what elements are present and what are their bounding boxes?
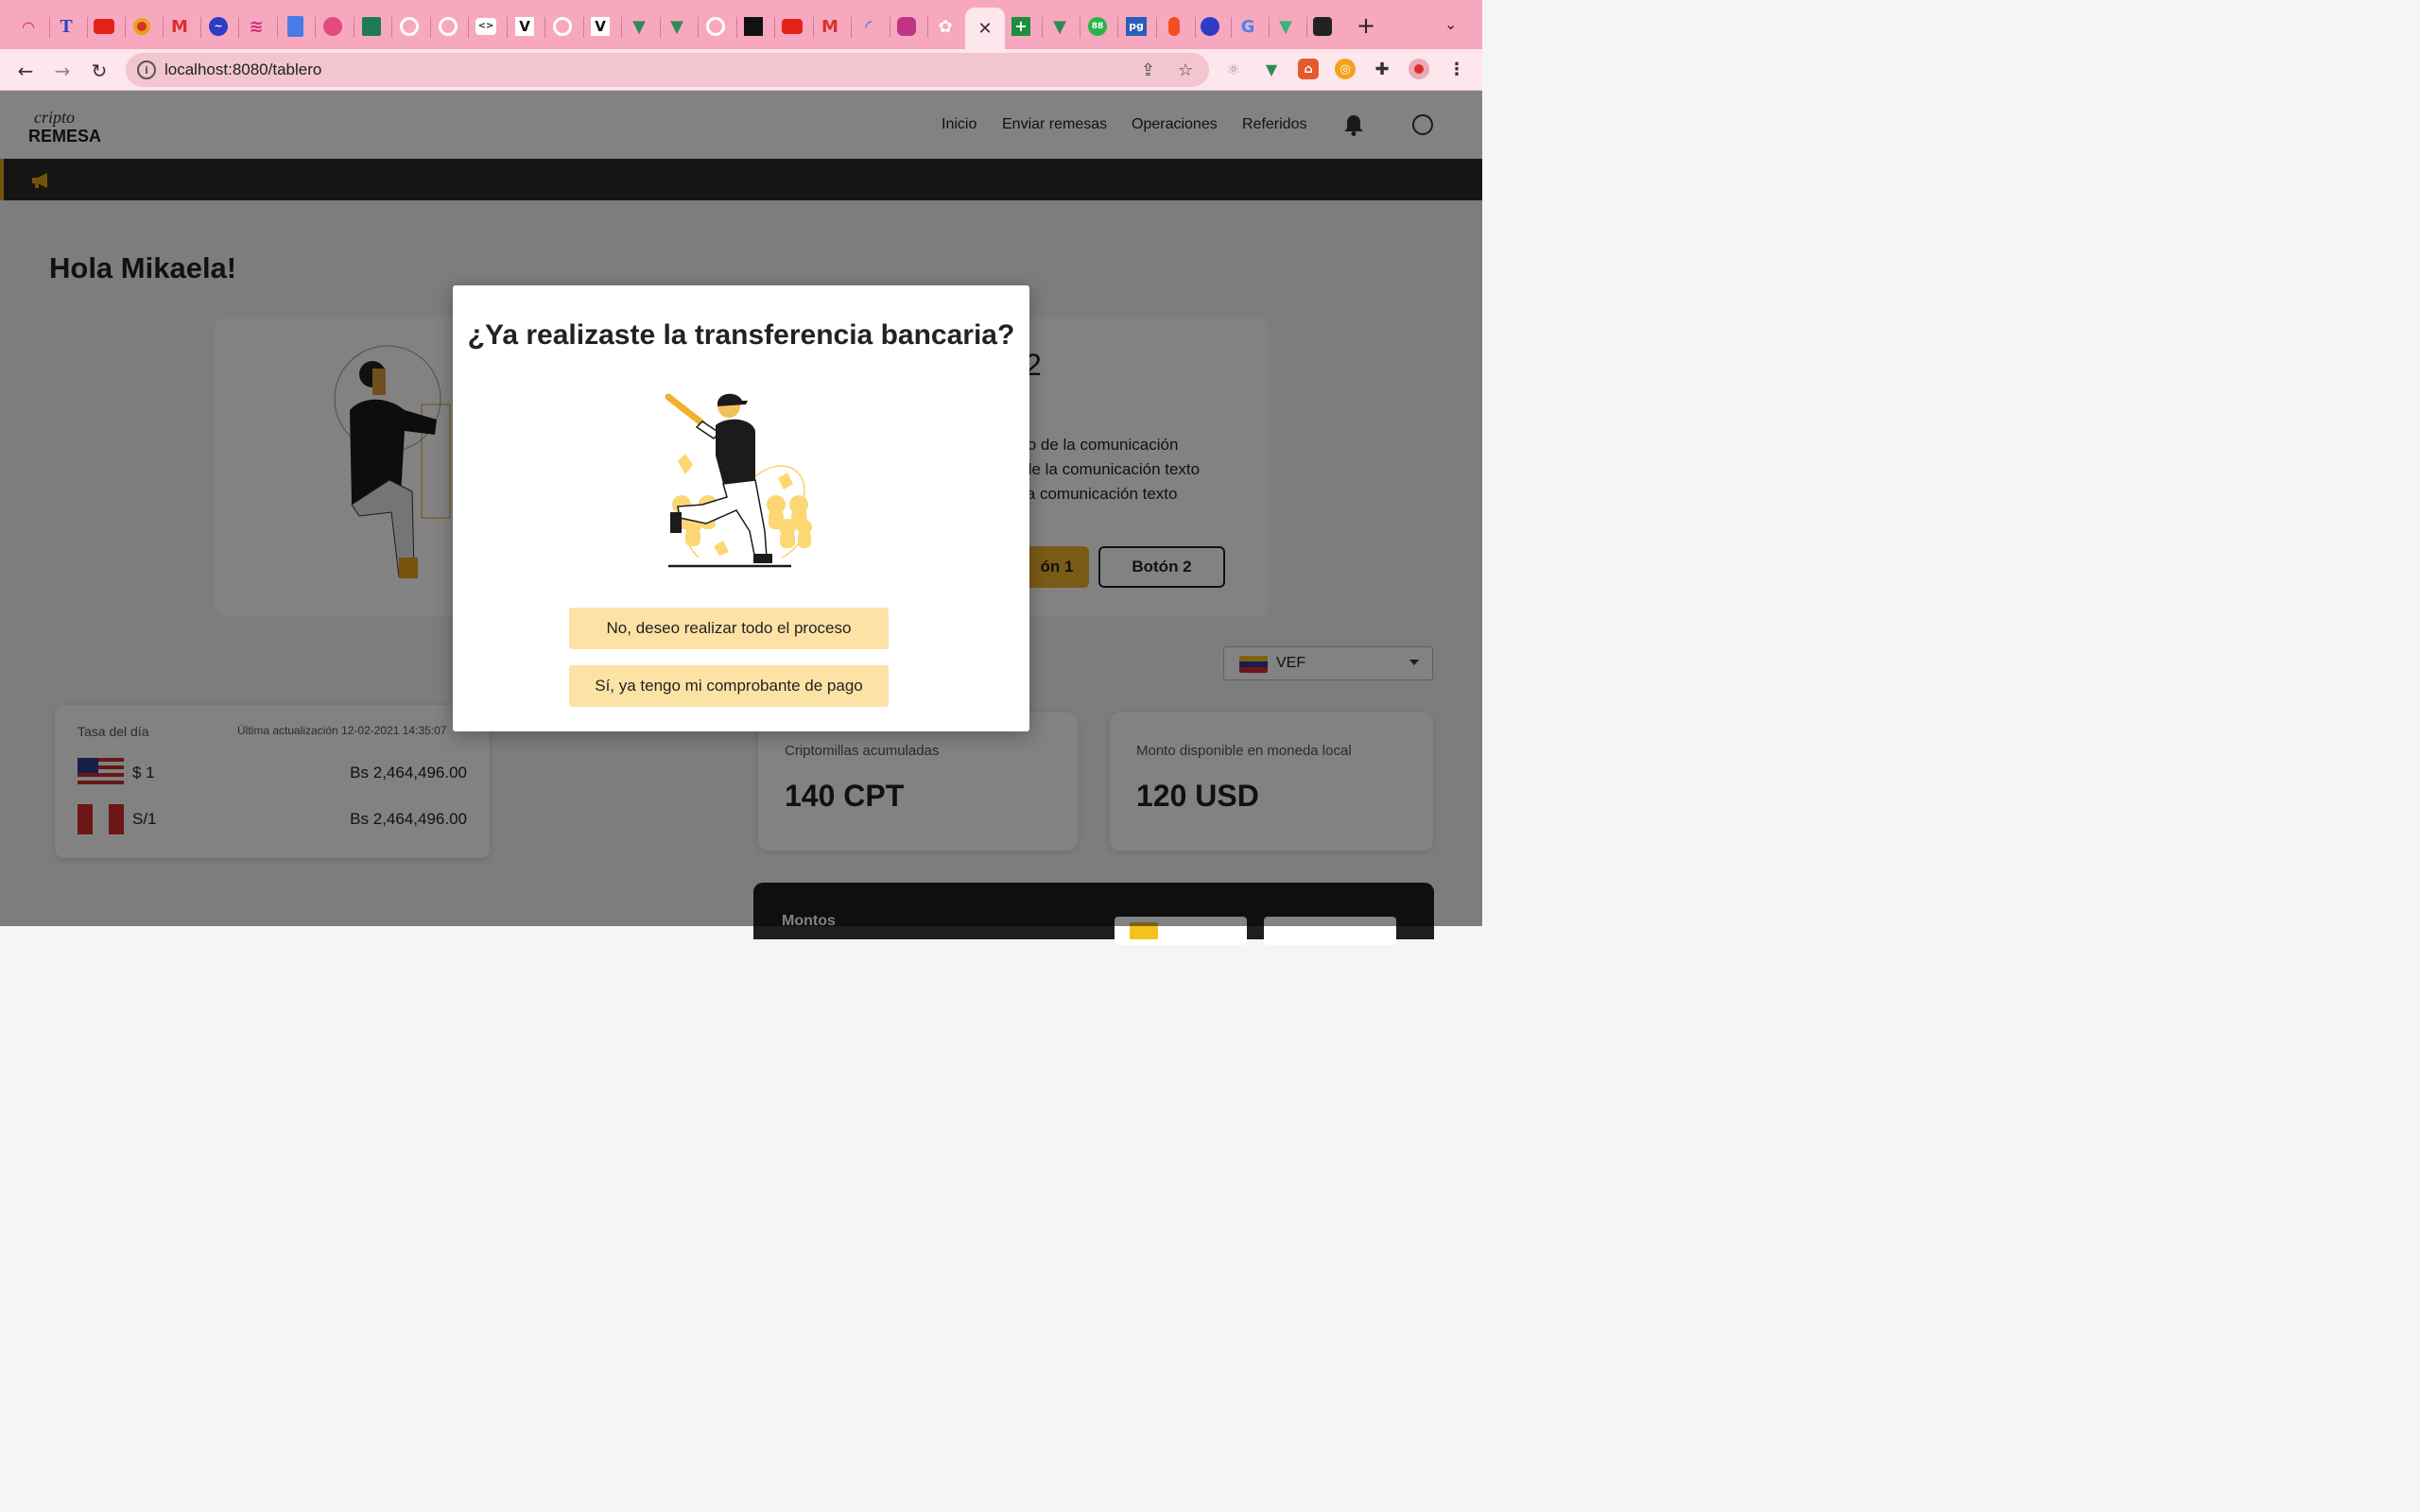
browser-menu-icon[interactable]: ⋮ (1446, 59, 1467, 79)
share-icon[interactable]: ⇪ (1141, 60, 1155, 80)
tab-separator (698, 17, 699, 38)
tab-favicon-v[interactable]: V (587, 13, 614, 40)
tab-separator (125, 17, 126, 38)
tab-separator (430, 17, 431, 38)
browser-tab-strip: ◠ T M ~ ≋ <> V V ▼ ▼ M ◜ ✿ ✕ + ▼ 88 pg G… (0, 0, 1482, 49)
tab-favicon-v[interactable]: V (511, 13, 538, 40)
tab-favicon-vue[interactable]: ▼ (626, 13, 652, 40)
tab-favicon-green-88[interactable]: 88 (1084, 13, 1111, 40)
forward-arrow-icon[interactable]: → (50, 59, 75, 83)
tab-separator (49, 17, 50, 38)
tab-favicon-plus-sheet[interactable]: + (1008, 13, 1034, 40)
tab-favicon-shell[interactable]: ≋ (243, 13, 269, 40)
tab-separator (163, 17, 164, 38)
tab-separator (583, 17, 584, 38)
extension-lock-icon[interactable]: ⌂ (1298, 59, 1319, 79)
tab-separator (468, 17, 469, 38)
tab-separator (927, 17, 928, 38)
tab-favicon-code[interactable]: <> (473, 13, 499, 40)
tab-separator (87, 17, 88, 38)
bookmark-star-icon[interactable]: ☆ (1178, 60, 1193, 80)
tab-favicon-youtube[interactable] (91, 13, 117, 40)
url-text[interactable]: localhost:8080/tablero (164, 60, 321, 79)
tab-favicon-dark-ring[interactable] (1309, 13, 1336, 40)
reload-icon[interactable]: ↻ (87, 59, 112, 83)
tab-separator (544, 17, 545, 38)
tab-separator (1306, 17, 1307, 38)
baseball-player-illustration (665, 393, 812, 568)
tab-separator (774, 17, 775, 38)
tab-favicon-gauge[interactable]: ◠ (15, 13, 42, 40)
tab-favicon-github[interactable] (702, 13, 729, 40)
tab-favicon-vue[interactable]: ▼ (1272, 13, 1299, 40)
profile-avatar[interactable] (1409, 59, 1429, 79)
tab-separator (1195, 17, 1196, 38)
yes-have-receipt-button[interactable]: Sí, ya tengo mi comprobante de pago (569, 665, 889, 707)
new-tab-button[interactable]: + (1354, 12, 1378, 39)
site-info-icon[interactable]: i (137, 60, 156, 79)
tab-separator (736, 17, 737, 38)
tab-favicon-dark[interactable] (740, 13, 767, 40)
modal-title: ¿Ya realizaste la transferencia bancaria… (467, 319, 1015, 351)
tab-separator (1117, 17, 1118, 38)
tab-separator (851, 17, 852, 38)
extension-ring-icon[interactable]: ◎ (1335, 59, 1356, 79)
tab-favicon-pg[interactable]: pg (1123, 13, 1150, 40)
tab-separator (660, 17, 661, 38)
tab-favicon-google[interactable]: G (1235, 13, 1261, 40)
tab-separator (621, 17, 622, 38)
tab-favicon-wave[interactable] (1197, 13, 1223, 40)
tab-favicon-github[interactable] (396, 13, 423, 40)
tab-search-chevron-icon[interactable]: ⌄ (1444, 15, 1457, 33)
tab-favicon-gmail[interactable]: M (166, 13, 193, 40)
tab-separator (200, 17, 201, 38)
tab-favicon-vue-b[interactable]: ▼ (1046, 13, 1073, 40)
tab-favicon-figma[interactable] (1161, 13, 1187, 40)
tab-favicon-chrome[interactable] (129, 13, 155, 40)
tab-favicon-sheet[interactable] (358, 13, 385, 40)
tab-separator (277, 17, 278, 38)
browser-toolbar: ← → ↻ i localhost:8080/tablero ⇪ ☆ ⚛ ▼ ⌂… (0, 49, 1482, 91)
tab-separator (238, 17, 239, 38)
tab-favicon-arc[interactable]: ◜ (856, 13, 882, 40)
tab-favicon-gmail[interactable]: M (817, 13, 843, 40)
tab-favicon-t[interactable]: T (53, 13, 79, 40)
address-bar[interactable]: i localhost:8080/tablero ⇪ ☆ (126, 53, 1209, 87)
tab-favicon-instagram[interactable] (893, 13, 920, 40)
tab-favicon-vue[interactable]: ▼ (664, 13, 690, 40)
tab-favicon-github[interactable] (549, 13, 576, 40)
tab-favicon-palette[interactable]: ✿ (932, 13, 959, 40)
vue-devtools-icon[interactable]: ▼ (1261, 59, 1282, 79)
tab-favicon-dribbble[interactable] (320, 13, 346, 40)
tab-favicon-youtube[interactable] (779, 13, 805, 40)
tab-separator (1156, 17, 1157, 38)
tab-separator (391, 17, 392, 38)
tab-favicon-github[interactable] (435, 13, 461, 40)
tab-active-close-button[interactable]: ✕ (965, 8, 1005, 49)
back-arrow-icon[interactable]: ← (13, 59, 38, 83)
extensions-puzzle-icon[interactable]: ✚ (1372, 59, 1392, 79)
tab-separator (1231, 17, 1232, 38)
no-full-process-button[interactable]: No, deseo realizar todo el proceso (569, 608, 889, 649)
tab-separator (315, 17, 316, 38)
react-devtools-icon[interactable]: ⚛ (1223, 59, 1244, 79)
tab-separator (1269, 17, 1270, 38)
tab-favicon-wave[interactable]: ~ (205, 13, 232, 40)
tab-favicon-docs[interactable] (282, 13, 308, 40)
tab-separator (507, 17, 508, 38)
tab-separator (813, 17, 814, 38)
tab-separator (1042, 17, 1043, 38)
transfer-confirmation-modal: ¿Ya realizaste la transferencia bancaria… (453, 285, 1029, 731)
